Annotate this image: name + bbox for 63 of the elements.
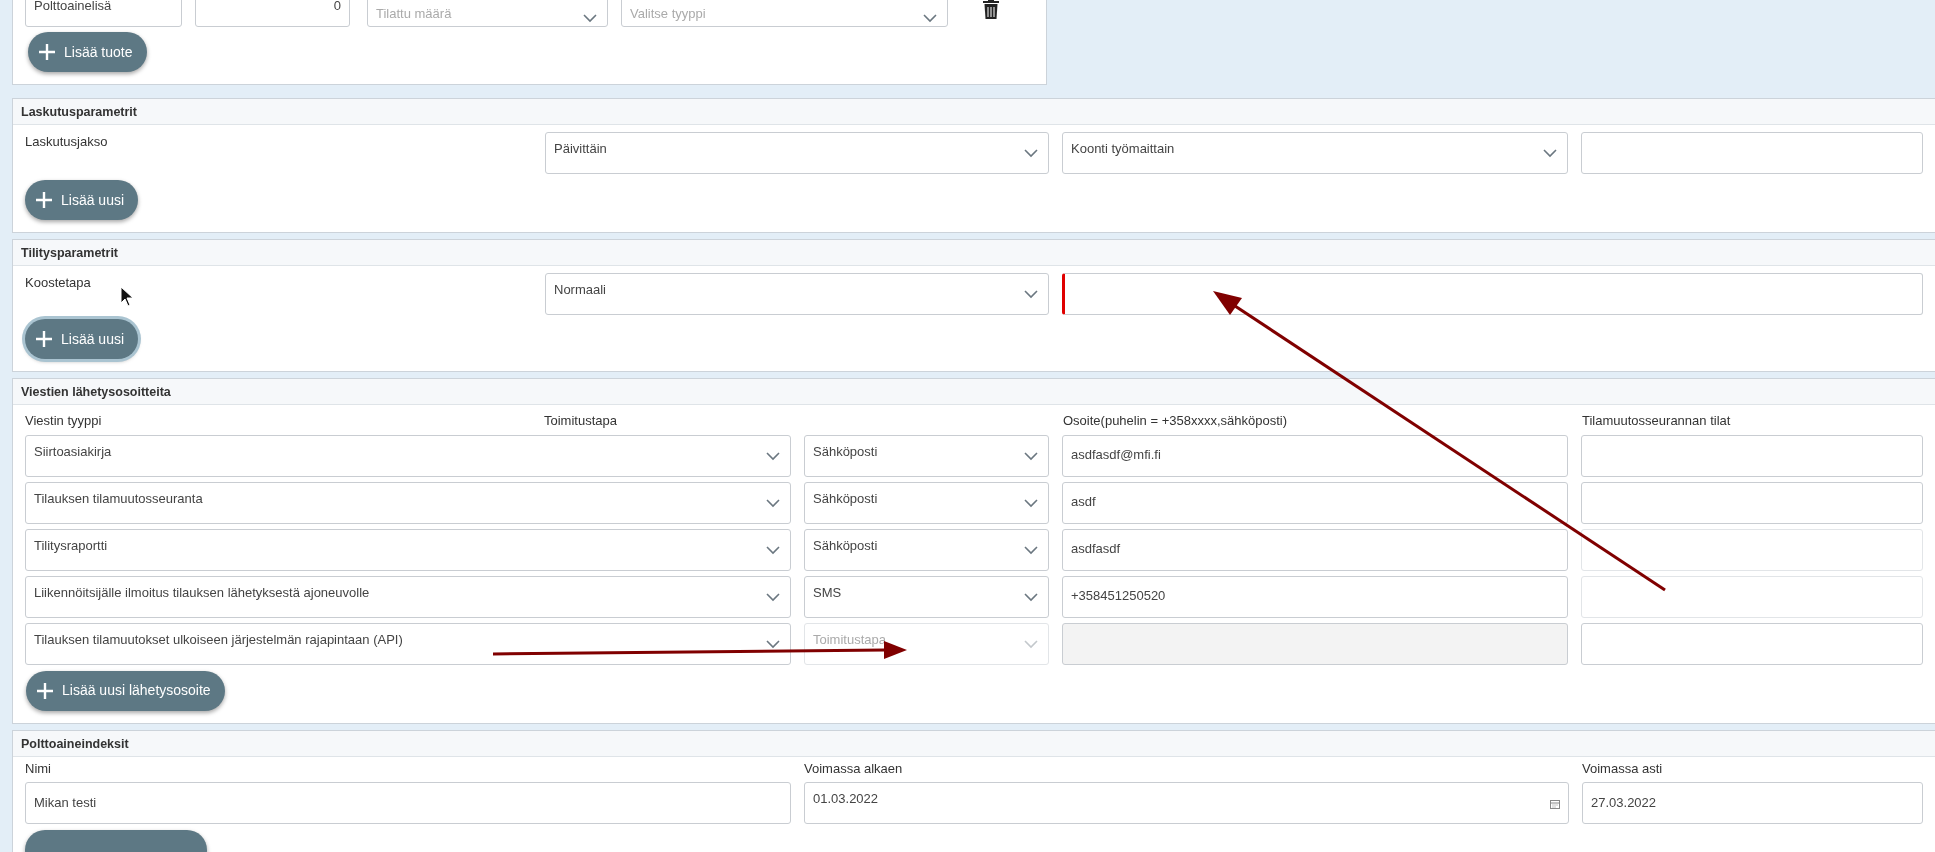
- field-label: Koostetapa: [25, 274, 91, 292]
- add-button[interactable]: Lisää tuote: [28, 32, 147, 72]
- column-header: Tilamuutosseurannan tilat: [1582, 412, 1731, 430]
- input-field[interactable]: [1581, 434, 1923, 477]
- dropdown[interactable]: Sähköposti: [804, 434, 1049, 477]
- plus-icon: [38, 43, 56, 61]
- column-header: Toimitustapa: [544, 412, 617, 430]
- chevron-icon: [1024, 498, 1038, 508]
- input-field[interactable]: Mikan testi: [25, 782, 791, 824]
- section-header: Viestien lähetysosoitteita: [13, 379, 1935, 405]
- chevron-icon: [1024, 592, 1038, 602]
- dropdown[interactable]: Sähköposti: [804, 528, 1049, 571]
- column-header: Voimassa asti: [1582, 759, 1663, 778]
- chevron-icon: [766, 592, 780, 602]
- chevron-icon: [1024, 545, 1038, 555]
- input-field[interactable]: Polttoainelisä: [25, 0, 182, 27]
- chevron-icon: [766, 451, 780, 461]
- plus-icon: [35, 330, 53, 348]
- dropdown[interactable]: Siirtoasiakirja: [25, 434, 791, 477]
- chevron-icon: [1024, 451, 1038, 461]
- dropdown[interactable]: Liikennöitsijälle ilmoitus tilauksen lähetyksestä ajoneuvolle: [25, 575, 791, 618]
- column-header: Viestin tyyppi: [25, 412, 102, 430]
- dropdown[interactable]: Koonti työmaittain: [1062, 132, 1568, 174]
- date-field[interactable]: 01.03.2022: [804, 782, 1569, 824]
- dropdown[interactable]: SMS: [804, 575, 1049, 618]
- plus-icon: [35, 191, 53, 209]
- column-header: Nimi: [25, 759, 51, 778]
- field-label: Laskutusjakso: [25, 133, 108, 151]
- chevron-icon: [1543, 149, 1557, 158]
- dropdown[interactable]: Sähköposti: [804, 481, 1049, 524]
- mouse-cursor-icon: [120, 286, 134, 307]
- add-button[interactable]: Lisää uusi: [25, 319, 139, 359]
- chevron-icon: [766, 639, 780, 649]
- chevron-icon: [583, 14, 597, 23]
- plus-icon: [36, 681, 54, 700]
- input-field[interactable]: [1581, 132, 1923, 174]
- chevron-icon: [1024, 149, 1038, 158]
- dropdown[interactable]: Tilauksen tilamuutosseuranta: [25, 481, 791, 524]
- add-button[interactable]: Lisää uusi lähetysosoite: [26, 670, 225, 711]
- column-header: Osoite(puhelin = +358xxxx,sähköposti): [1063, 412, 1287, 430]
- chevron-icon: [1024, 639, 1038, 649]
- trash-icon[interactable]: [983, 0, 999, 19]
- input-field[interactable]: asdfasdf@mfi.fi: [1062, 434, 1568, 477]
- section-header: Laskutusparametrit: [13, 99, 1935, 125]
- input-field[interactable]: 27.03.2022: [1582, 782, 1923, 824]
- section-header: Tilitysparametrit: [13, 240, 1935, 266]
- chevron-icon: [1024, 290, 1038, 299]
- input-field[interactable]: +358451250520: [1062, 575, 1568, 618]
- calendar-icon: [1550, 799, 1560, 809]
- column-header: Voimassa alkaen: [804, 759, 903, 778]
- chevron-icon: [766, 545, 780, 555]
- number-field[interactable]: 0: [195, 0, 350, 27]
- input-field[interactable]: [1581, 481, 1923, 524]
- input-field[interactable]: asdfasdf: [1062, 528, 1568, 571]
- input-field[interactable]: [1062, 273, 1923, 315]
- input-field[interactable]: asdf: [1062, 481, 1568, 524]
- dropdown[interactable]: Tilitysraportti: [25, 528, 791, 571]
- chevron-icon: [923, 14, 937, 23]
- chevron-icon: [766, 498, 780, 508]
- section-header: Polttoaineindeksit: [13, 730, 1935, 757]
- dropdown[interactable]: Normaali: [545, 273, 1049, 315]
- add-button[interactable]: Lisää uusi: [25, 180, 139, 220]
- dropdown[interactable]: Päivittäin: [545, 132, 1049, 174]
